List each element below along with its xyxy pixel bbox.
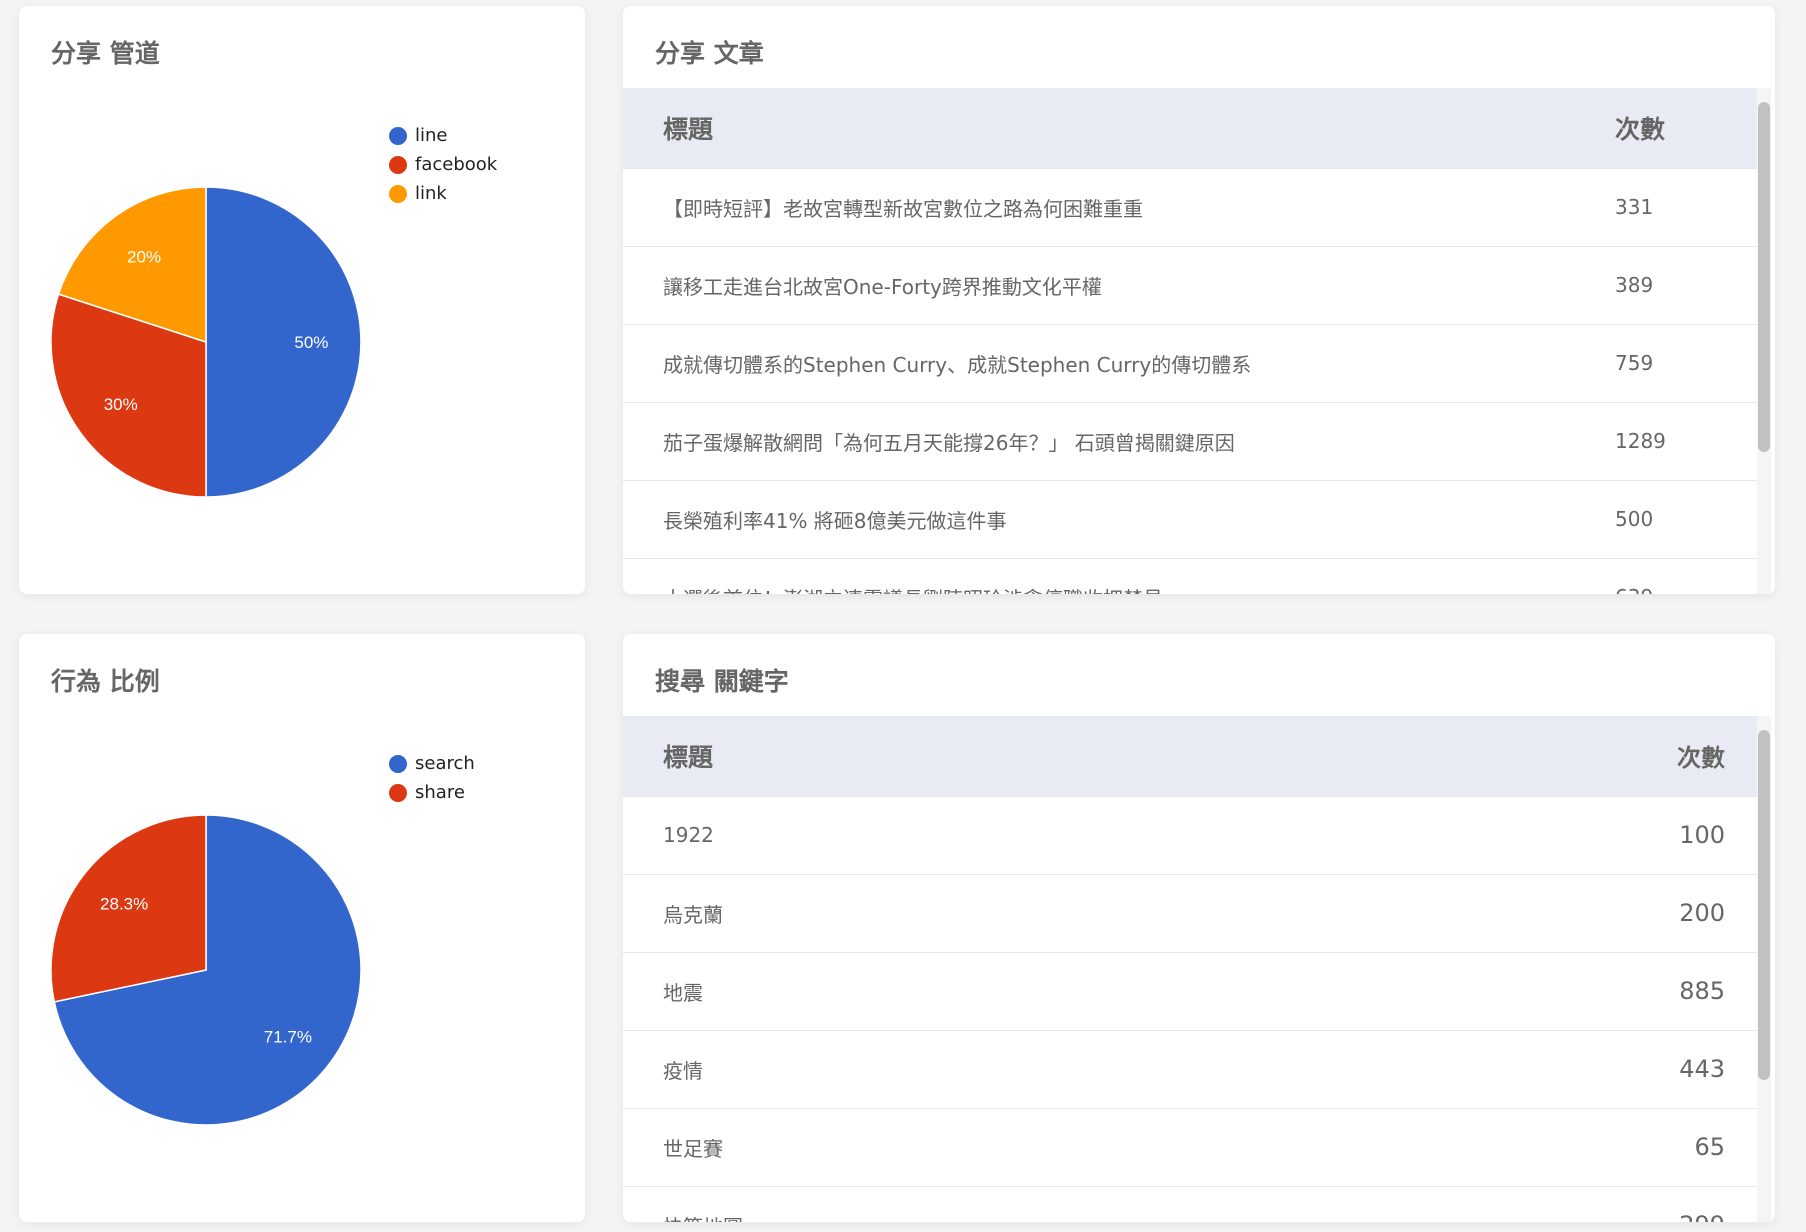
legend-swatch-link [389,184,407,203]
article-title: 【即時短評】老故宮轉型新故宮數位之路為何困難重重 [663,196,1143,221]
share-count: 759 [1615,351,1654,375]
article-title: 讓移工走進台北故宮One-Forty跨界推動文化平權 [663,274,1102,299]
share-articles-scrollbar[interactable] [1757,88,1771,594]
search-keywords-table-container[interactable]: 標題 次數 1922 100 烏克蘭 200 地震 885 疫情 443 世足賽 65 快… [623,716,1765,1222]
keyword: 快篩地圖 [623,1186,1176,1222]
search-count: 299 [1176,1186,1765,1222]
legend-item-facebook[interactable]: facebook [389,150,497,179]
share-articles-table: 標題 次數 【即時短評】老故宮轉型新故宮數位之路為何困難重重 331 讓移工走進台… [623,88,1765,594]
keyword: 地震 [663,980,703,1005]
keyword: 世足賽 [663,1136,723,1161]
pie-slice-label-facebook: 30% [104,395,138,414]
share-count: 331 [1615,195,1654,219]
legend-item-link[interactable]: link [389,179,497,208]
legend-swatch-share [389,783,407,802]
table-row[interactable]: 世足賽 65 [623,1108,1765,1186]
article-title: 茄子蛋爆解散網問「為何五月天能撐26年？」 石頭曾揭關鍵原因 [663,430,1235,455]
share-count: 389 [1615,273,1654,297]
column-header-count: 次數 [1677,744,1725,773]
table-row[interactable]: 【即時短評】老故宮轉型新故宮數位之路為何困難重重 331 [623,168,1765,246]
search-keywords-title: 搜尋 關鍵字 [655,667,789,696]
table-header-row: 標題 次數 [623,88,1765,168]
legend-label: line [415,125,448,146]
table-row[interactable]: 成就傳切體系的Stephen Curry、成就Stephen Curry的傳切體… [623,324,1765,402]
search-keywords-table: 標題 次數 1922 100 烏克蘭 200 地震 885 疫情 443 世足賽 65 快… [623,716,1765,1222]
table-row[interactable]: 烏克蘭 200 [623,874,1765,952]
keyword: 1922 [663,823,714,847]
behavior-ratio-pie-chart: 71.7% 28.3% [50,814,362,1126]
column-header-title: 標題 [663,742,714,772]
legend-label: link [415,183,447,204]
search-count: 100 [1679,821,1725,849]
table-row[interactable]: 疫情 443 [623,1030,1765,1108]
search-count: 200 [1679,899,1725,927]
pie-slice-label-line: 50% [294,333,328,352]
legend-item-line[interactable]: line [389,121,497,150]
search-keywords-scrollbar[interactable] [1757,716,1771,1222]
column-header-title: 標題 [663,114,714,144]
pie-slice-label-share: 28.3% [100,895,148,914]
keyword: 疫情 [663,1058,703,1083]
share-channels-legend: line facebook link [389,121,497,208]
table-row[interactable]: 大選後首位！澎湖立連震議長劉陳昭玲涉貪停職收押禁見639 [623,558,1765,594]
table-row[interactable]: 地震 885 [623,952,1765,1030]
share-count: 1289 [1615,429,1666,453]
column-header-count: 次數 [1615,114,1666,144]
article-title: 大選後首位！澎湖立連震議長劉陳昭玲涉貪停職收押禁見 [623,558,1575,594]
share-count: 500 [1615,507,1654,531]
legend-label: share [415,782,465,803]
article-title: 成就傳切體系的Stephen Curry、成就Stephen Curry的傳切體… [663,352,1252,377]
pie-slice-label-link: 20% [127,248,161,267]
legend-item-search[interactable]: search [389,749,475,778]
table-row[interactable]: 1922 100 [623,796,1765,874]
table-header-row: 標題 次數 [623,716,1765,796]
search-count: 885 [1679,977,1725,1005]
share-count: 639 [1575,558,1765,594]
share-channels-card: 分享 管道 50% 30% 20% line facebook link [19,6,585,594]
legend-swatch-search [389,754,407,773]
pie-slice-label-search: 71.7% [264,1027,312,1046]
share-articles-table-container[interactable]: 標題 次數 【即時短評】老故宮轉型新故宮數位之路為何困難重重 331 讓移工走進台… [623,88,1765,594]
article-title: 長榮殖利率41% 將砸8億美元做這件事 [663,508,1007,533]
table-row[interactable]: 長榮殖利率41% 將砸8億美元做這件事 500 [623,480,1765,558]
legend-swatch-line [389,126,407,145]
scrollbar-thumb[interactable] [1758,102,1770,452]
table-row[interactable]: 茄子蛋爆解散網問「為何五月天能撐26年？」 石頭曾揭關鍵原因 1289 [623,402,1765,480]
legend-swatch-facebook [389,155,407,174]
legend-item-share[interactable]: share [389,778,475,807]
search-keywords-card: 搜尋 關鍵字 標題 次數 1922 100 烏克蘭 200 地震 885 疫情 443 … [623,634,1775,1222]
share-articles-card: 分享 文章 標題 次數 【即時短評】老故宮轉型新故宮數位之路為何困難重重 331 … [623,6,1775,594]
table-row[interactable]: 快篩地圖299 [623,1186,1765,1222]
keyword: 烏克蘭 [663,902,723,927]
table-row[interactable]: 讓移工走進台北故宮One-Forty跨界推動文化平權 389 [623,246,1765,324]
legend-label: facebook [415,154,498,175]
pie-slice-line[interactable] [205,186,362,498]
share-channels-pie-chart: 50% 30% 20% [50,186,362,498]
share-articles-title: 分享 文章 [655,39,764,68]
legend-label: search [415,753,475,774]
search-count: 65 [1694,1133,1725,1161]
behavior-ratio-card: 行為 比例 71.7% 28.3% search share [19,634,585,1222]
scrollbar-thumb[interactable] [1758,730,1770,1080]
search-count: 443 [1679,1055,1725,1083]
behavior-ratio-legend: search share [389,749,475,807]
